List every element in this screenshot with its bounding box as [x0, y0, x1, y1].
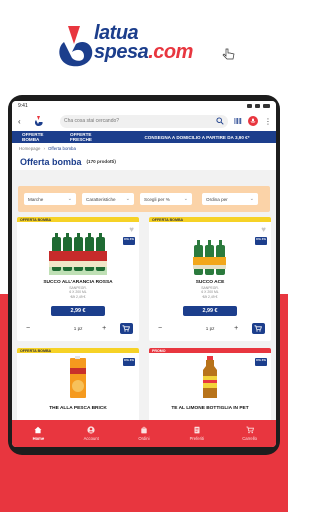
quantity-value: 1 pz: [73, 326, 83, 331]
top-bar: ‹ ⋮: [12, 111, 276, 131]
filter-percent-select[interactable]: Scegli per % ⌄: [140, 193, 192, 205]
product-card[interactable]: OFFERTA BOMBA ♥ IVA 4% SUCCO ALL'ARANCIA…: [17, 217, 139, 341]
status-bar: 9:41: [12, 101, 276, 111]
chevron-down-icon: ⌄: [183, 196, 188, 202]
offer-ribbon: OFFERTA BOMBA: [17, 217, 139, 222]
increase-quantity-button[interactable]: +: [232, 325, 240, 332]
filter-label: Caratteristiche: [86, 196, 116, 202]
quantity-stepper: − 1 pz +: [156, 323, 265, 334]
filter-label: Scegli per %: [144, 196, 170, 202]
orders-icon: [141, 426, 147, 434]
product-name[interactable]: TE AL LIMONE BOTTIGLIA IN PET: [149, 406, 271, 411]
product-card[interactable]: OFFERTA BOMBA ♥ IVA 4% SUCCO ACE SANPEGR…: [149, 217, 271, 341]
product-image[interactable]: [17, 229, 139, 277]
decrease-quantity-button[interactable]: −: [156, 325, 164, 332]
tab-label: Home: [32, 436, 45, 441]
logo-line-2: spesa: [94, 41, 149, 63]
app-screen: 9:41 ‹ Cha cosa stai cercando? ⋮ OFFERTE…: [12, 101, 276, 447]
breadcrumb-home[interactable]: Homepage: [19, 146, 40, 151]
chevron-down-icon: ⌄: [125, 196, 130, 202]
product-pack-size: 6 X 200 ML: [201, 290, 219, 294]
brand-logo: latua spesa.com: [54, 22, 244, 72]
promo-ribbon: PROMO: [149, 348, 271, 353]
search-icon[interactable]: [216, 117, 224, 125]
app-logo-icon[interactable]: [34, 116, 44, 126]
quantity-stepper: − 1 pz +: [24, 323, 133, 334]
breadcrumb: Homepage › Offerta bomba: [12, 143, 276, 153]
chevron-down-icon: ⌄: [67, 196, 72, 202]
wifi-icon: [247, 104, 252, 108]
nav-item-offerte-fresche[interactable]: OFFERTE FRESCHE: [60, 131, 118, 143]
back-arrow-icon[interactable]: ‹: [18, 117, 28, 126]
product-image[interactable]: [149, 229, 271, 277]
lemon-tea-bottle-image: [203, 356, 217, 398]
juice-bottles-ace-image: [193, 240, 226, 275]
tab-label: Preferiti: [189, 436, 204, 441]
tab-cart[interactable]: Carrello: [230, 426, 270, 441]
juice-bottles-pack-image: [49, 233, 107, 275]
product-image[interactable]: [17, 356, 139, 400]
logo-wordmark: latua spesa.com: [94, 23, 193, 63]
bottom-tab-bar: Home Account Ordini Preferiti Carrello: [12, 420, 276, 447]
product-unit-price: €/lt 2,49 €: [70, 295, 86, 299]
offer-ribbon: OFFERTA BOMBA: [17, 348, 139, 353]
product-pack-size: 6 X 200 ML: [69, 290, 87, 294]
tab-label: Ordini: [138, 436, 150, 441]
cursor-hand-icon: [222, 48, 235, 60]
signal-icon: [255, 104, 260, 108]
search-input[interactable]: [64, 118, 212, 124]
sort-select[interactable]: Ordina per ⌄: [202, 193, 258, 205]
account-icon: [87, 426, 95, 434]
filter-bar: Marche ⌄ Caratteristiche ⌄ Scegli per % …: [18, 186, 270, 212]
more-options-icon[interactable]: ⋮: [264, 117, 272, 126]
favorites-icon: [194, 426, 200, 434]
nav-delivery-info[interactable]: CONSEGNA A DOMICILIO A PARTIRE DA 3,90 €…: [118, 131, 276, 143]
category-nav: OFFERTE BOMBA OFFERTE FRESCHE CONSEGNA A…: [12, 131, 276, 143]
filter-brand-select[interactable]: Marche ⌄: [24, 193, 76, 205]
microphone-button[interactable]: [248, 116, 258, 126]
battery-icon: [263, 104, 270, 108]
logo-mark-icon: [59, 26, 93, 67]
tab-home[interactable]: Home: [18, 426, 58, 441]
status-time: 9:41: [18, 103, 28, 109]
chevron-down-icon: ⌄: [249, 196, 254, 202]
product-name[interactable]: SUCCO ALL'ARANCIA ROSSA: [17, 280, 139, 285]
home-icon: [34, 426, 42, 434]
microphone-icon: [250, 118, 256, 123]
filter-label: Marche: [28, 196, 44, 202]
barcode-scan-icon[interactable]: [234, 117, 242, 125]
search-bar[interactable]: [60, 114, 228, 128]
add-to-cart-button[interactable]: [251, 323, 265, 334]
peach-tea-brick-image: [70, 356, 86, 398]
cart-icon: [122, 325, 131, 332]
filter-label: Ordina per: [206, 196, 228, 202]
tab-account[interactable]: Account: [71, 426, 111, 441]
tab-label: Account: [83, 436, 99, 441]
cart-icon: [254, 325, 263, 332]
cart-icon: [245, 426, 254, 434]
product-image[interactable]: [149, 356, 271, 400]
product-count: (170 prodotti): [86, 159, 116, 164]
increase-quantity-button[interactable]: +: [100, 325, 108, 332]
price-button[interactable]: 2,99 €: [183, 306, 237, 316]
add-to-cart-button[interactable]: [119, 323, 133, 334]
tab-label: Carrello: [242, 436, 257, 441]
page-title: Offerta bomba: [20, 156, 82, 167]
tab-favorites[interactable]: Preferiti: [177, 426, 217, 441]
filter-features-select[interactable]: Caratteristiche ⌄: [82, 193, 134, 205]
nav-item-offerte-bomba[interactable]: OFFERTE BOMBA: [12, 131, 60, 143]
breadcrumb-current: Offerta bomba: [47, 145, 76, 151]
breadcrumb-separator: ›: [43, 145, 45, 151]
quantity-value: 1 pz: [205, 326, 215, 331]
decrease-quantity-button[interactable]: −: [24, 325, 32, 332]
title-row: Offerta bomba (170 prodotti): [12, 153, 276, 170]
price-button[interactable]: 2,99 €: [51, 306, 105, 316]
offer-ribbon: OFFERTA BOMBA: [149, 217, 271, 222]
product-name[interactable]: SUCCO ACE: [149, 280, 271, 285]
tab-orders[interactable]: Ordini: [124, 426, 164, 441]
product-name[interactable]: THE ALLA PESCA BRICK: [17, 406, 139, 411]
logo-domain: .com: [148, 41, 193, 63]
product-unit-price: €/lt 2,49 €: [202, 295, 218, 299]
